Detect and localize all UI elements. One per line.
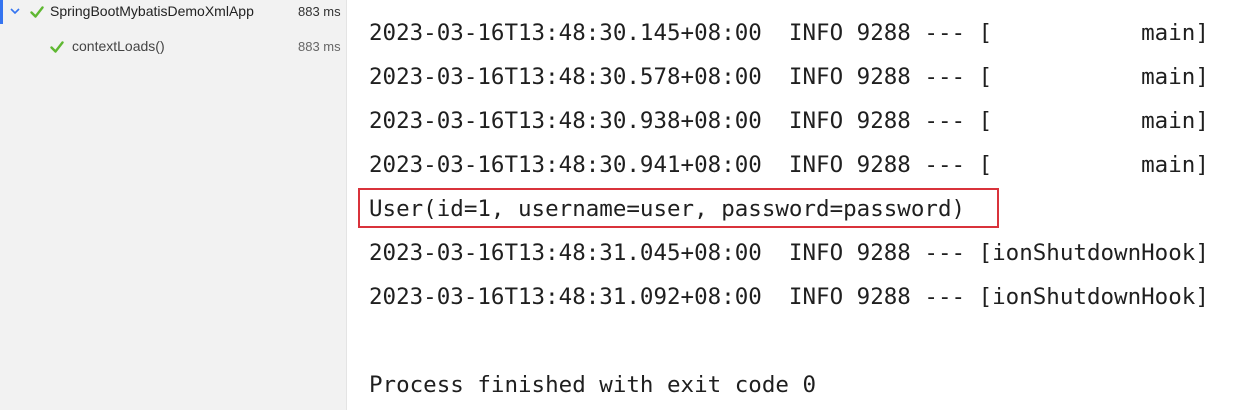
run-tool-window: SpringBootMybatisDemoXmlApp 883 ms conte… [0, 0, 1239, 410]
highlight-box [358, 188, 999, 228]
console-output[interactable]: 2023-03-16T13:48:30.145+08:00 INFO 9288 … [347, 0, 1239, 410]
test-method-label: contextLoads() [72, 38, 165, 54]
console-line: 2023-03-16T13:48:31.045+08:00 INFO 9288 … [369, 240, 1209, 266]
console-line: 2023-03-16T13:48:30.145+08:00 INFO 9288 … [369, 20, 1209, 46]
check-icon [50, 41, 64, 53]
console-line: 2023-03-16T13:48:31.092+08:00 INFO 9288 … [369, 284, 1209, 310]
console-line: 2023-03-16T13:48:30.578+08:00 INFO 9288 … [369, 64, 1209, 90]
selection-marker [0, 0, 3, 24]
test-method-duration: 883 ms [298, 39, 341, 54]
check-icon [30, 6, 44, 18]
console-exit-line: Process finished with exit code 0 [369, 372, 817, 398]
console-line: 2023-03-16T13:48:30.938+08:00 INFO 9288 … [369, 108, 1209, 134]
test-class-label: SpringBootMybatisDemoXmlApp [50, 3, 254, 19]
test-class-duration: 883 ms [298, 4, 341, 19]
test-tree-root-row[interactable]: SpringBootMybatisDemoXmlApp 883 ms [0, 0, 346, 24]
chevron-down-icon[interactable] [9, 5, 21, 17]
test-tree-child-row[interactable]: contextLoads() 883 ms [0, 35, 346, 59]
test-results-tree: SpringBootMybatisDemoXmlApp 883 ms conte… [0, 0, 347, 410]
console-line: 2023-03-16T13:48:30.941+08:00 INFO 9288 … [369, 152, 1209, 178]
